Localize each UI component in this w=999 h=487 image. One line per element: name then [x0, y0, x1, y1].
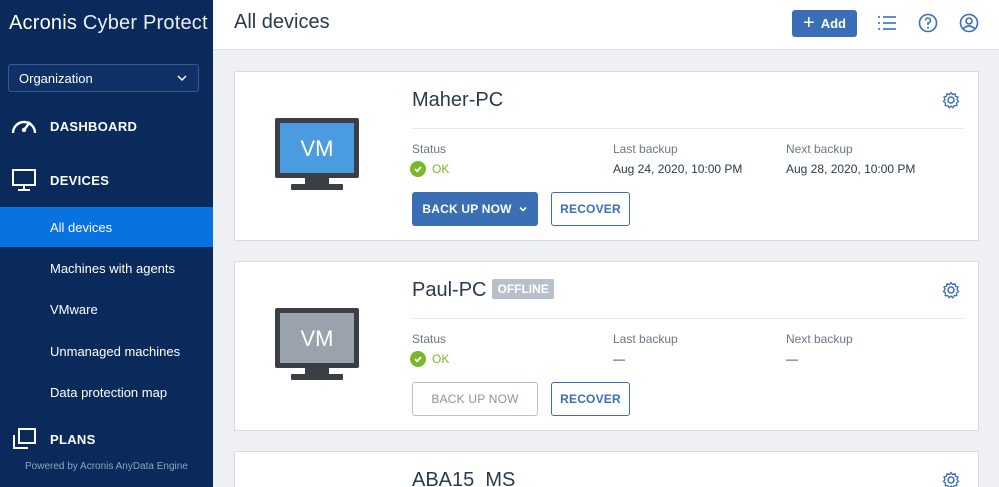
nav-dashboard-label: DASHBOARD	[50, 118, 138, 134]
virtual-machine-icon: VM	[275, 118, 359, 190]
back-up-now-button[interactable]: BACK UP NOW	[412, 192, 538, 226]
device-card: VM Maher-PC Status Last backup Next back…	[234, 71, 979, 241]
powered-by-text: Powered by Acronis AnyData Engine	[25, 461, 188, 472]
nav-plans-label: PLANS	[50, 431, 96, 447]
status-value: OK	[432, 162, 450, 176]
sidebar-item-vmware[interactable]: VMware	[0, 289, 213, 329]
chevron-down-icon	[177, 75, 187, 82]
last-backup-value: —	[613, 352, 625, 366]
recover-button[interactable]: RECOVER	[551, 382, 630, 416]
organization-select-value: Organization	[19, 70, 93, 86]
last-backup-label: Last backup	[613, 332, 678, 346]
gear-icon[interactable]	[942, 471, 960, 487]
brand-secondary: Cyber Protect	[82, 12, 208, 34]
list-view-icon[interactable]	[876, 12, 898, 34]
recover-label: RECOVER	[560, 202, 621, 216]
nav-dashboard[interactable]: DASHBOARD	[0, 106, 213, 146]
user-account-icon[interactable]	[958, 12, 980, 34]
organization-select[interactable]: Organization	[8, 64, 199, 92]
check-circle-icon	[410, 161, 426, 177]
status-ok: OK	[410, 351, 449, 367]
next-backup-label: Next backup	[786, 142, 853, 156]
sidebar-item-all-devices[interactable]: All devices	[0, 207, 213, 247]
next-backup-label: Next backup	[786, 332, 853, 346]
sidebar-item-data-protection-map[interactable]: Data protection map	[0, 372, 213, 412]
sidebar-item-label: All devices	[50, 219, 113, 235]
sidebar-item-unmanaged-machines[interactable]: Unmanaged machines	[0, 331, 213, 371]
chevron-down-icon	[519, 206, 527, 212]
last-backup-label: Last backup	[613, 142, 678, 156]
status-label: Status	[412, 332, 447, 346]
sidebar-item-machines-with-agents[interactable]: Machines with agents	[0, 248, 213, 288]
divider	[412, 128, 964, 129]
check-circle-icon	[410, 351, 426, 367]
top-bar: All devices + Add	[213, 0, 999, 50]
status-ok: OK	[410, 161, 449, 177]
back-up-now-label: BACK UP NOW	[422, 202, 512, 216]
add-button[interactable]: + Add	[792, 10, 857, 37]
brand-logo: Acronis Cyber Protect	[9, 12, 208, 35]
device-name-text: Paul-PC	[412, 279, 487, 301]
brand-primary: Acronis	[9, 12, 78, 34]
sidebar-item-label: Unmanaged machines	[50, 343, 181, 359]
page-title: All devices	[234, 11, 330, 33]
device-card: VM Paul-PC OFFLINE Status Last backup Nex…	[234, 261, 979, 431]
device-name: ABA15_MS	[412, 469, 515, 487]
nav-plans[interactable]: PLANS	[0, 419, 213, 459]
sidebar-item-label: Data protection map	[50, 384, 168, 400]
next-backup-value: —	[786, 352, 798, 366]
gear-icon[interactable]	[942, 91, 960, 109]
dashboard-icon	[10, 112, 38, 140]
vm-label: VM	[301, 326, 334, 351]
nav-devices-label: DEVICES	[50, 172, 110, 188]
sidebar-item-label: VMware	[50, 301, 98, 317]
device-name-text: Maher-PC	[412, 89, 504, 111]
divider	[412, 318, 964, 319]
sidebar-item-label: Machines with agents	[50, 260, 176, 276]
next-backup-value: Aug 28, 2020, 10:00 PM	[786, 162, 916, 176]
recover-button[interactable]: RECOVER	[551, 192, 630, 226]
plans-icon	[10, 425, 38, 453]
device-card: ABA15_MS	[234, 451, 979, 487]
status-label: Status	[412, 142, 447, 156]
status-value: OK	[432, 352, 450, 366]
vm-label: VM	[301, 136, 334, 161]
nav-devices[interactable]: DEVICES	[0, 160, 213, 200]
help-icon[interactable]	[917, 12, 939, 34]
add-button-label: Add	[820, 16, 846, 31]
back-up-now-label: BACK UP NOW	[431, 392, 519, 406]
back-up-now-button[interactable]: BACK UP NOW	[412, 382, 538, 416]
plus-icon: +	[803, 11, 815, 34]
gear-icon[interactable]	[942, 281, 960, 299]
offline-badge: OFFLINE	[492, 279, 554, 299]
last-backup-value: Aug 24, 2020, 10:00 PM	[613, 162, 743, 176]
device-name: Maher-PC	[412, 89, 503, 112]
device-name: Paul-PC OFFLINE	[412, 279, 554, 302]
device-name-text: ABA15_MS	[412, 469, 516, 487]
monitor-icon	[10, 166, 38, 194]
recover-label: RECOVER	[560, 392, 621, 406]
virtual-machine-icon: VM	[275, 308, 359, 380]
sidebar: Acronis Cyber Protect Organization DASHB…	[0, 0, 213, 487]
